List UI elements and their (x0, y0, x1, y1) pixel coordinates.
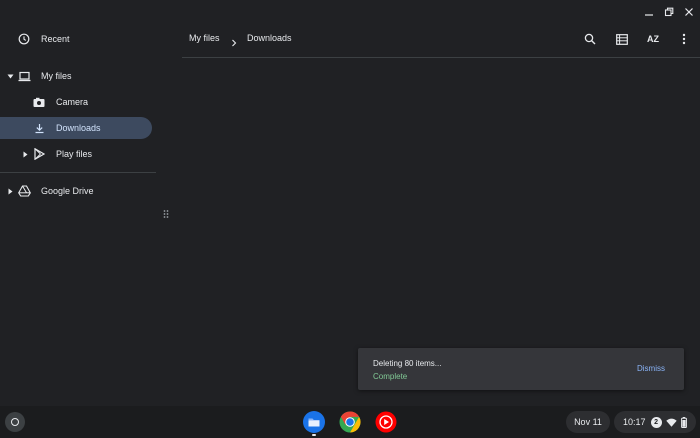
wifi-icon (665, 418, 677, 427)
breadcrumb-downloads[interactable]: Downloads (247, 33, 292, 43)
camera-folder-icon (32, 95, 46, 109)
sort-button[interactable]: AZ (645, 31, 661, 47)
sidebar-item-my-files[interactable]: My files (0, 65, 156, 87)
laptop-icon (17, 69, 31, 83)
minimize-button[interactable] (641, 4, 657, 20)
sidebar-item-label: Play files (56, 149, 93, 159)
breadcrumb-my-files[interactable]: My files (189, 33, 220, 43)
google-drive-icon (17, 184, 31, 198)
list-view-button[interactable] (614, 31, 630, 47)
time-label: 10:17 (623, 417, 646, 427)
more-vertical-icon (682, 33, 686, 45)
clock-icon (17, 32, 31, 46)
search-icon (584, 33, 596, 45)
restore-button[interactable] (661, 4, 677, 20)
chevron-right-icon (230, 34, 238, 47)
date-label: Nov 11 (574, 417, 602, 427)
caret-down-icon[interactable] (6, 72, 14, 80)
sidebar-item-label: Downloads (56, 123, 101, 133)
play-store-icon (32, 147, 46, 161)
sidebar-item-label: Camera (56, 97, 89, 107)
search-button[interactable] (582, 31, 598, 47)
download-icon (32, 121, 46, 135)
sidebar-item-downloads[interactable]: Downloads (0, 117, 152, 139)
youtube-music-app-icon[interactable] (375, 411, 397, 433)
more-options-button[interactable] (676, 31, 692, 47)
progress-toast: Deleting 80 items... Complete Dismiss (358, 348, 684, 390)
sidebar-item-play-files[interactable]: Play files (0, 143, 156, 165)
sidebar-item-label: Recent (41, 34, 70, 44)
sidebar-item-label: Google Drive (41, 186, 94, 196)
caret-right-icon[interactable] (6, 187, 14, 195)
battery-icon (680, 416, 687, 428)
status-tray[interactable]: 10:17 2 (614, 411, 696, 433)
toast-status: Complete (373, 372, 408, 381)
close-button[interactable] (681, 4, 697, 20)
restore-icon (664, 7, 674, 17)
list-view-icon (616, 33, 628, 45)
launcher-icon (11, 418, 19, 426)
toast-title: Deleting 80 items... (373, 359, 442, 368)
sidebar-resize-handle[interactable] (162, 208, 170, 220)
sidebar-item-camera[interactable]: Camera (0, 91, 156, 113)
launcher-button[interactable] (5, 412, 25, 432)
running-indicator (312, 434, 316, 436)
sidebar-item-google-drive[interactable]: Google Drive (0, 180, 156, 202)
header-divider (182, 57, 700, 58)
chrome-app-icon[interactable] (339, 411, 361, 433)
sidebar-item-recent[interactable]: Recent (0, 28, 156, 50)
notification-badge: 2 (650, 416, 662, 428)
date-tray[interactable]: Nov 11 (566, 411, 610, 433)
close-icon (685, 8, 693, 16)
drag-handle-icon (163, 210, 169, 218)
sidebar-item-label: My files (41, 71, 72, 81)
sort-label: AZ (647, 34, 659, 44)
minimize-icon (645, 14, 653, 16)
files-app-icon[interactable] (303, 411, 325, 433)
caret-right-icon[interactable] (21, 150, 29, 158)
dismiss-button[interactable]: Dismiss (637, 364, 665, 373)
sidebar-divider (0, 172, 156, 173)
